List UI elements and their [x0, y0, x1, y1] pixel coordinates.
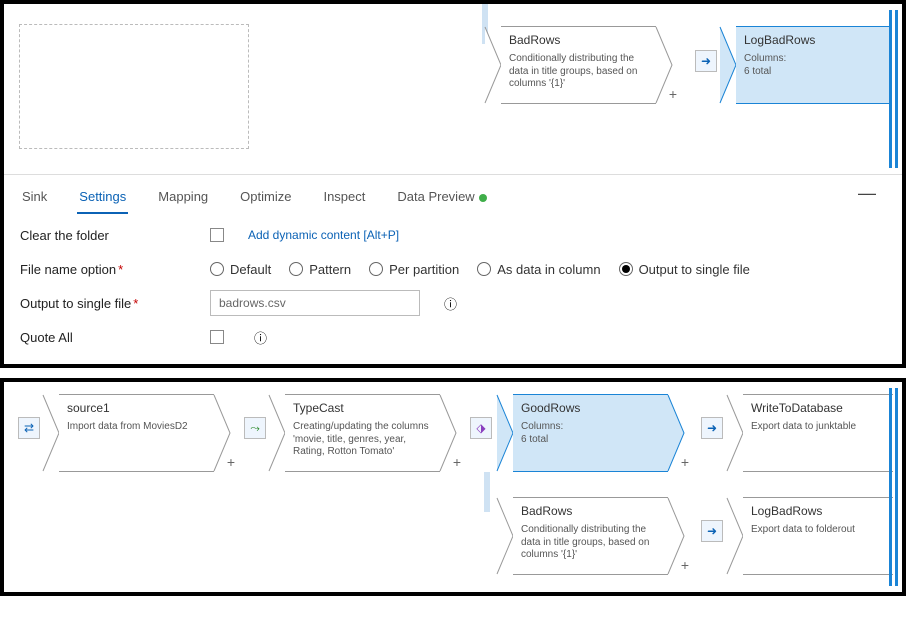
- sink-icon: ➜: [701, 417, 723, 439]
- node-badrows[interactable]: BadRows Conditionally distributing the d…: [484, 26, 673, 104]
- node-logbadrows[interactable]: LogBadRows Columns: 6 total: [719, 26, 891, 104]
- chevron-left-icon: [496, 394, 514, 472]
- plus-icon[interactable]: +: [227, 454, 235, 470]
- columns-value: 6 total: [744, 66, 771, 77]
- columns-value: 6 total: [521, 434, 548, 445]
- node-badrows-2[interactable]: BadRows Conditionally distributing the d…: [496, 497, 685, 575]
- tab-settings[interactable]: Settings: [77, 183, 128, 214]
- plus-icon[interactable]: +: [453, 454, 461, 470]
- single-file-input[interactable]: [210, 290, 420, 316]
- tab-mapping[interactable]: Mapping: [156, 183, 210, 214]
- panel-bottom: ⇄ source1 Import data from MoviesD2 + ⤳ …: [0, 378, 906, 596]
- split-icon: ⬗: [470, 417, 492, 439]
- clear-folder-label: Clear the folder: [20, 228, 210, 243]
- node-typecast[interactable]: TypeCast Creating/updating the columns '…: [268, 394, 457, 472]
- node-logbadrows-2[interactable]: LogBadRows Export data to folderout: [726, 497, 893, 575]
- fno-label: File name option: [20, 262, 116, 277]
- node-desc: Conditionally distributing the data in t…: [509, 53, 648, 91]
- radio-default[interactable]: Default: [210, 262, 271, 277]
- node-desc: Export data to folderout: [751, 524, 885, 537]
- node-title: GoodRows: [521, 401, 660, 415]
- selection-bar: [895, 10, 898, 168]
- plus-icon[interactable]: +: [681, 454, 689, 470]
- node-writedb[interactable]: WriteToDatabase Export data to junktable: [726, 394, 893, 472]
- panel-top: BadRows Conditionally distributing the d…: [0, 0, 906, 368]
- node-desc: Export data to junktable: [751, 421, 885, 434]
- node-title: BadRows: [521, 504, 660, 518]
- flow-canvas-bottom: ⇄ source1 Import data from MoviesD2 + ⤳ …: [4, 382, 902, 592]
- columns-label: Columns:: [744, 53, 786, 64]
- node-desc: Import data from MoviesD2: [67, 421, 206, 434]
- radio-single-file[interactable]: Output to single file: [619, 262, 750, 277]
- chevron-left-icon: [42, 394, 60, 472]
- required-icon: *: [133, 296, 138, 311]
- plus-icon[interactable]: +: [669, 86, 677, 102]
- flow-canvas-top: BadRows Conditionally distributing the d…: [4, 4, 902, 174]
- tab-sink[interactable]: Sink: [20, 183, 49, 214]
- settings-form: Clear the folder Add dynamic content [Al…: [4, 214, 902, 364]
- node-desc: Conditionally distributing the data in t…: [521, 524, 660, 562]
- quote-all-checkbox[interactable]: [210, 330, 224, 344]
- selection-bar: [889, 10, 892, 168]
- radio-as-data[interactable]: As data in column: [477, 262, 600, 277]
- tab-inspect[interactable]: Inspect: [321, 183, 367, 214]
- chevron-left-icon: [726, 497, 744, 575]
- columns-label: Columns:: [521, 421, 563, 432]
- tab-optimize[interactable]: Optimize: [238, 183, 293, 214]
- node-title: source1: [67, 401, 206, 415]
- chevron-left-icon: [268, 394, 286, 472]
- add-dynamic-link[interactable]: Add dynamic content [Alt+P]: [248, 228, 399, 242]
- chevron-left-icon: [719, 26, 737, 104]
- file-name-option-group: Default Pattern Per partition As data in…: [210, 262, 886, 277]
- chevron-left-icon: [496, 497, 514, 575]
- status-dot-icon: [479, 194, 487, 202]
- radio-per-partition[interactable]: Per partition: [369, 262, 459, 277]
- info-icon[interactable]: ⓘ: [444, 294, 457, 313]
- source-icon: ⇄: [18, 417, 40, 439]
- derived-column-icon: ⤳: [244, 417, 266, 439]
- node-title: LogBadRows: [744, 33, 883, 47]
- quote-all-label: Quote All: [20, 330, 210, 345]
- node-title: LogBadRows: [751, 504, 885, 518]
- placeholder-box: [19, 24, 249, 149]
- chevron-left-icon: [484, 26, 502, 104]
- single-file-label: Output to single file: [20, 296, 131, 311]
- connector: [484, 472, 490, 512]
- required-icon: *: [118, 262, 123, 277]
- node-desc: Creating/updating the columns 'movie, ti…: [293, 421, 432, 459]
- node-goodrows[interactable]: GoodRows Columns:6 total +: [496, 394, 685, 472]
- chevron-left-icon: [726, 394, 744, 472]
- collapse-icon[interactable]: —: [858, 183, 886, 214]
- sink-icon: ➜: [701, 520, 723, 542]
- radio-pattern[interactable]: Pattern: [289, 262, 351, 277]
- selection-bar: [895, 388, 898, 586]
- node-source1[interactable]: source1 Import data from MoviesD2 +: [42, 394, 231, 472]
- selection-bar: [889, 388, 892, 586]
- clear-folder-checkbox[interactable]: [210, 228, 224, 242]
- plus-icon[interactable]: +: [681, 557, 689, 573]
- info-icon[interactable]: ⓘ: [254, 328, 267, 347]
- tab-data-preview[interactable]: Data Preview: [395, 183, 488, 214]
- node-title: BadRows: [509, 33, 648, 47]
- node-title: WriteToDatabase: [751, 401, 885, 415]
- node-title: TypeCast: [293, 401, 432, 415]
- sink-icon: ➜: [695, 50, 717, 72]
- tab-bar: Sink Settings Mapping Optimize Inspect D…: [4, 174, 902, 214]
